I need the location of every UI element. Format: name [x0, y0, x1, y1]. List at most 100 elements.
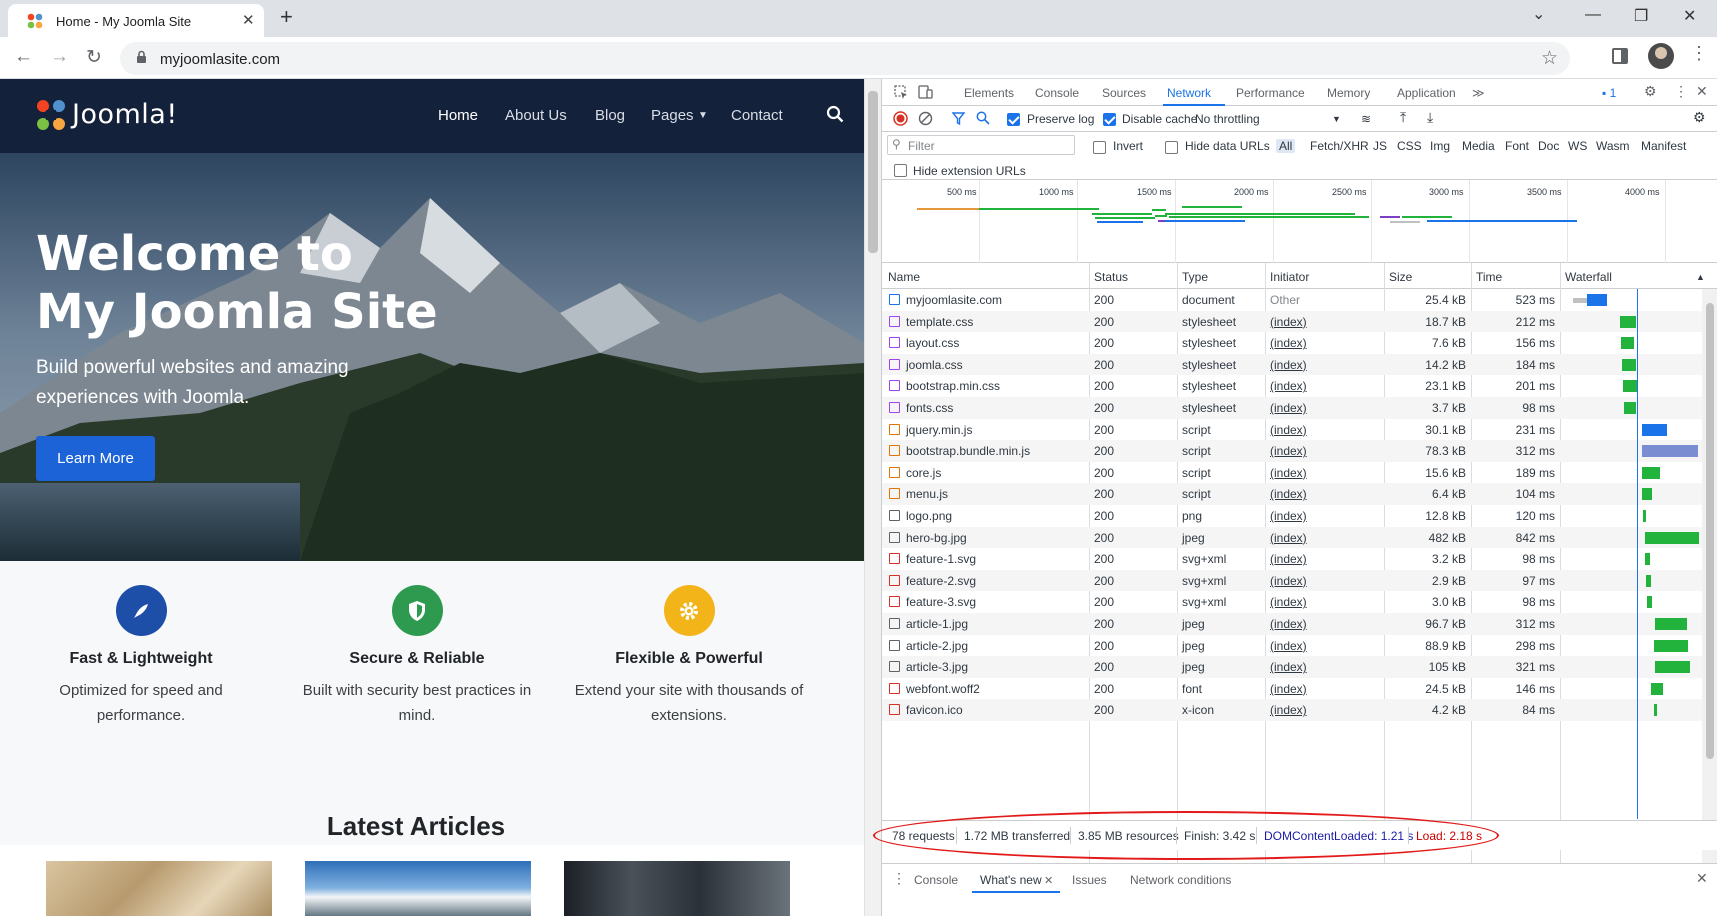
request-name[interactable]: fonts.css: [906, 401, 953, 415]
tab-console[interactable]: Console: [1035, 86, 1079, 100]
tab-network[interactable]: Network: [1167, 86, 1211, 100]
request-initiator[interactable]: (index): [1270, 379, 1307, 393]
request-initiator[interactable]: Other: [1270, 293, 1300, 307]
filter-type-css[interactable]: CSS: [1397, 139, 1422, 153]
request-row[interactable]: bootstrap.min.css 200 stylesheet (index) 23.…: [882, 375, 1717, 397]
request-name[interactable]: jquery.min.js: [906, 423, 972, 437]
request-row[interactable]: article-3.jpg 200 jpeg (index) 105 kB 321 ms: [882, 656, 1717, 678]
tab-elements[interactable]: Elements: [964, 86, 1014, 100]
search-icon[interactable]: [826, 105, 844, 123]
side-panel-icon[interactable]: [1612, 48, 1628, 64]
col-status[interactable]: Status: [1094, 270, 1128, 284]
request-row[interactable]: logo.png 200 png (index) 12.8 kB 120 ms: [882, 505, 1717, 527]
filter-type-js[interactable]: JS: [1373, 139, 1387, 153]
requests-scrollbar[interactable]: [1702, 289, 1717, 899]
filter-type-media[interactable]: Media: [1462, 139, 1495, 153]
drawer-menu-icon[interactable]: ⋮: [892, 870, 906, 887]
request-initiator[interactable]: (index): [1270, 509, 1307, 523]
new-tab-button[interactable]: +: [280, 4, 293, 30]
request-name[interactable]: layout.css: [906, 336, 959, 350]
tab-search-icon[interactable]: ⌄: [1532, 4, 1545, 24]
request-row[interactable]: feature-1.svg 200 svg+xml (index) 3.2 kB 98 m…: [882, 548, 1717, 570]
drawer-tab-network-conditions[interactable]: Network conditions: [1130, 873, 1231, 887]
settings-gear-icon[interactable]: ⚙: [1644, 83, 1657, 100]
request-row[interactable]: feature-3.svg 200 svg+xml (index) 3.0 kB 98 m…: [882, 591, 1717, 613]
chevron-down-icon[interactable]: ▼: [698, 110, 708, 121]
minimize-button[interactable]: —: [1585, 6, 1601, 24]
throttling-select[interactable]: No throttling: [1195, 112, 1260, 126]
request-row[interactable]: favicon.ico 200 x-icon (index) 4.2 kB 84 ms: [882, 699, 1717, 721]
nav-contact[interactable]: Contact: [731, 107, 783, 124]
request-name[interactable]: myjoomlasite.com: [906, 293, 1002, 307]
request-row[interactable]: joomla.css 200 stylesheet (index) 14.2 kB 184…: [882, 353, 1717, 376]
request-row[interactable]: jquery.min.js 200 script (index) 30.1 kB 231 …: [882, 419, 1717, 441]
filter-type-wasm[interactable]: Wasm: [1596, 139, 1630, 153]
inspect-element-icon[interactable]: [894, 85, 908, 99]
article-thumbnail-people[interactable]: [564, 861, 790, 916]
request-initiator[interactable]: (index): [1270, 639, 1307, 653]
request-name[interactable]: bootstrap.min.css: [906, 379, 1000, 393]
page-scrollbar-thumb[interactable]: [868, 91, 878, 253]
request-name[interactable]: logo.png: [906, 509, 952, 523]
request-name[interactable]: feature-3.svg: [906, 595, 976, 609]
article-thumbnail-map[interactable]: [46, 861, 272, 916]
close-whats-new-icon[interactable]: ✕: [1044, 874, 1053, 887]
request-initiator[interactable]: (index): [1270, 531, 1307, 545]
request-initiator[interactable]: (index): [1270, 660, 1307, 674]
issues-counter[interactable]: ▪ 1: [1602, 86, 1616, 100]
request-row[interactable]: webfont.woff2 200 font (index) 24.5 kB 146 ms: [882, 678, 1717, 700]
tab-performance[interactable]: Performance: [1236, 86, 1305, 100]
drawer-tab-whats-new[interactable]: What's new: [980, 873, 1042, 887]
tab-close-icon[interactable]: ✕: [242, 11, 255, 29]
request-name[interactable]: bootstrap.bundle.min.js: [906, 444, 1030, 458]
article-thumbnail-sky[interactable]: [305, 861, 531, 916]
tab-sources[interactable]: Sources: [1102, 86, 1146, 100]
col-type[interactable]: Type: [1182, 270, 1208, 284]
request-name[interactable]: joomla.css: [906, 358, 963, 372]
filter-type-ws[interactable]: WS: [1568, 139, 1587, 153]
maximize-button[interactable]: ❐: [1634, 6, 1648, 26]
request-initiator[interactable]: (index): [1270, 336, 1307, 350]
request-name[interactable]: favicon.ico: [906, 703, 963, 717]
throttling-chevron-icon[interactable]: ▼: [1332, 114, 1341, 124]
bookmark-star-icon[interactable]: ☆: [1541, 47, 1558, 70]
page-scrollbar[interactable]: [864, 79, 881, 916]
request-initiator[interactable]: (index): [1270, 466, 1307, 480]
filter-type-all[interactable]: All: [1276, 139, 1296, 153]
request-initiator[interactable]: (index): [1270, 401, 1307, 415]
request-row[interactable]: layout.css 200 stylesheet (index) 7.6 kB 156 …: [882, 332, 1717, 354]
request-name[interactable]: feature-2.svg: [906, 574, 976, 588]
tab-memory[interactable]: Memory: [1327, 86, 1370, 100]
col-name[interactable]: Name: [888, 270, 920, 284]
request-name[interactable]: core.js: [906, 466, 941, 480]
col-size[interactable]: Size: [1389, 270, 1412, 284]
request-name[interactable]: article-2.jpg: [906, 639, 968, 653]
request-name[interactable]: webfont.woff2: [906, 682, 980, 696]
request-name[interactable]: menu.js: [906, 487, 948, 501]
request-row[interactable]: myjoomlasite.com 200 document Other 25.4 kB 5…: [882, 289, 1717, 311]
request-initiator[interactable]: (index): [1270, 487, 1307, 501]
invert-checkbox[interactable]: [1093, 141, 1106, 154]
request-name[interactable]: feature-1.svg: [906, 552, 976, 566]
record-icon[interactable]: [893, 111, 908, 126]
requests-scrollbar-thumb[interactable]: [1706, 303, 1714, 759]
request-row[interactable]: bootstrap.bundle.min.js 200 script (index) 7…: [882, 440, 1717, 462]
tab-application[interactable]: Application: [1397, 86, 1456, 100]
clear-icon[interactable]: [918, 111, 933, 126]
filter-type-fetch-xhr[interactable]: Fetch/XHR: [1310, 139, 1369, 153]
close-window-button[interactable]: ✕: [1683, 6, 1696, 26]
search-icon[interactable]: [976, 111, 990, 125]
reload-icon[interactable]: ↻: [86, 46, 102, 69]
request-initiator[interactable]: (index): [1270, 682, 1307, 696]
profile-avatar[interactable]: [1648, 43, 1674, 69]
request-name[interactable]: template.css: [906, 315, 973, 329]
close-devtools-icon[interactable]: ✕: [1696, 83, 1708, 100]
col-waterfall[interactable]: Waterfall: [1565, 270, 1612, 284]
preserve-log-checkbox[interactable]: [1007, 113, 1020, 126]
nav-about-us[interactable]: About Us: [505, 107, 567, 124]
request-initiator[interactable]: (index): [1270, 703, 1307, 717]
request-initiator[interactable]: (index): [1270, 595, 1307, 609]
network-conditions-icon[interactable]: ≋: [1361, 112, 1371, 126]
import-har-icon[interactable]: ⤒: [1400, 109, 1406, 126]
network-settings-icon[interactable]: ⚙: [1693, 109, 1706, 126]
